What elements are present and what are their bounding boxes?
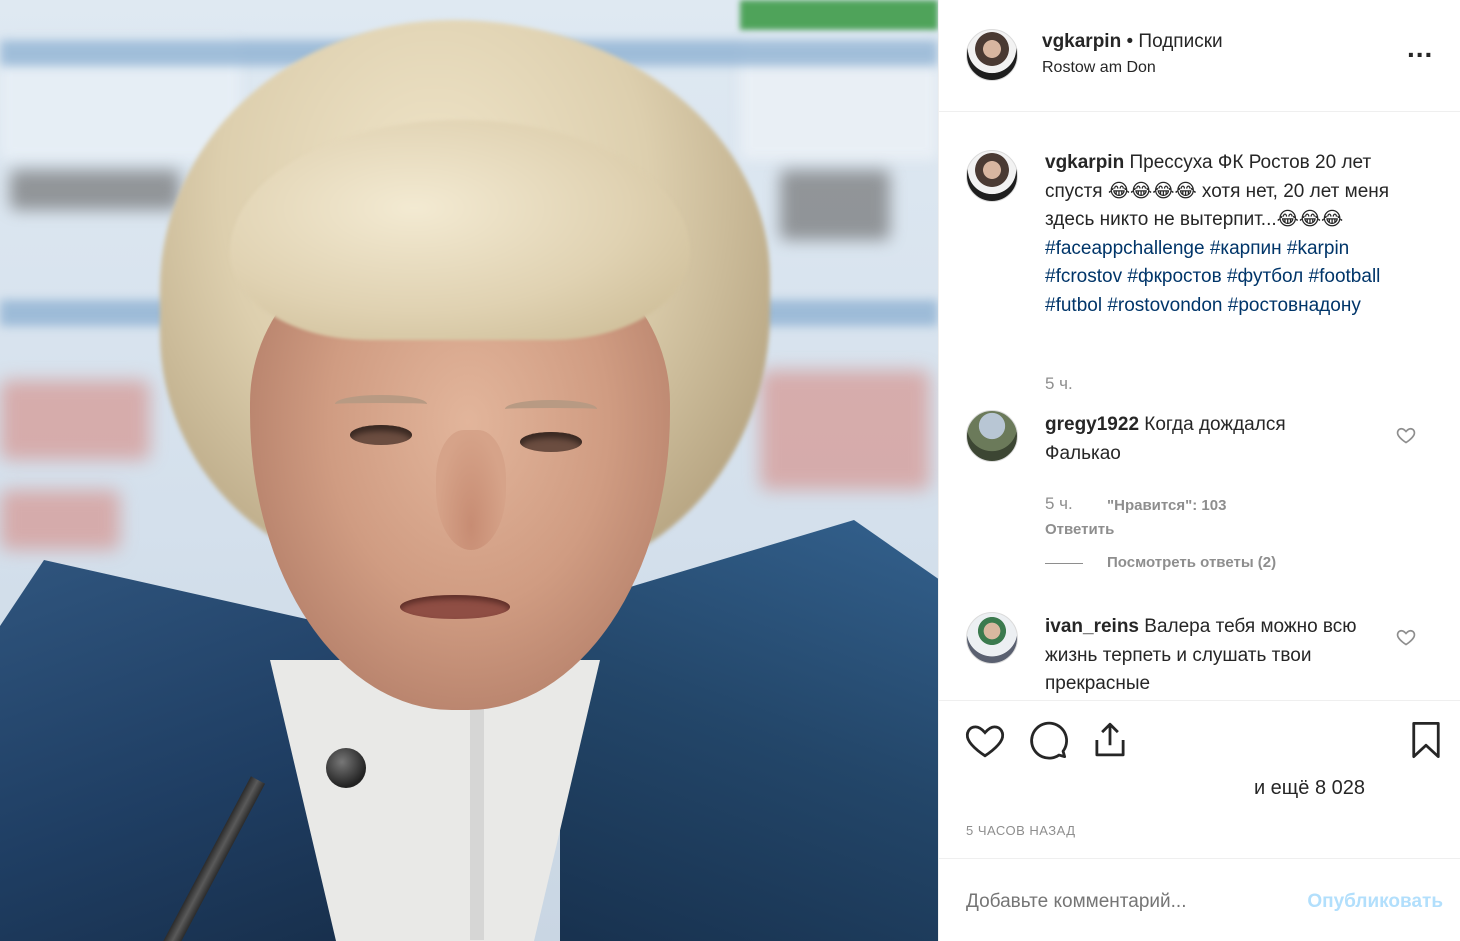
post-header: vgkarpin • Подписки Rostow am Don ... <box>939 0 1460 112</box>
commenter-avatar[interactable] <box>966 612 1018 664</box>
commenter-username[interactable]: gregy1922 <box>1045 414 1139 435</box>
caption-avatar[interactable] <box>966 150 1018 202</box>
mouth <box>400 595 510 619</box>
comment-like-heart-icon[interactable] <box>1396 627 1416 647</box>
bg-banner-green <box>740 0 938 30</box>
view-replies-button[interactable]: Посмотреть ответы (2) <box>1107 554 1276 571</box>
post-timestamp[interactable]: 5 ЧАСОВ НАЗАД <box>966 823 1076 838</box>
hashtag-link[interactable]: #faceappchallenge <box>1045 238 1205 259</box>
eyebrow-left <box>335 395 427 413</box>
commenter-avatar[interactable] <box>966 410 1018 462</box>
hashtag-link[interactable]: #karpin <box>1287 238 1349 259</box>
hashtag-link[interactable]: #fcrostov <box>1045 266 1122 287</box>
share-icon[interactable] <box>1089 719 1131 761</box>
header-title: vgkarpin • Подписки <box>1042 31 1223 53</box>
microphone-head <box>326 748 366 788</box>
bg-logo-red <box>0 380 150 460</box>
eye-left <box>350 425 412 445</box>
commenter-username[interactable]: ivan_reins <box>1045 616 1139 637</box>
bg-logo-red <box>760 370 930 490</box>
caption-text: vgkarpin Прессуха ФК Ростов 20 лет спуст… <box>1045 149 1425 320</box>
replies-divider <box>1045 563 1083 564</box>
add-comment-bar: Опубликовать <box>939 858 1460 941</box>
location-link[interactable]: Rostow am Don <box>1042 59 1156 77</box>
comment-like-heart-icon[interactable] <box>1396 425 1416 445</box>
hashtag-link[interactable]: #ростовнадону <box>1228 295 1361 316</box>
more-options-icon[interactable]: ... <box>1407 34 1433 62</box>
post-side-panel: vgkarpin • Подписки Rostow am Don ... vg… <box>938 0 1460 941</box>
heart-icon[interactable] <box>964 719 1006 761</box>
hashtag-link[interactable]: #карпин <box>1210 238 1282 259</box>
post-actions: и ещё 8 028 5 ЧАСОВ НАЗАД <box>939 700 1460 858</box>
publish-button[interactable]: Опубликовать <box>1307 891 1443 913</box>
hashtag-link[interactable]: #футбол <box>1227 266 1303 287</box>
jacket-zip <box>470 700 484 940</box>
comment-likes-count[interactable]: "Нравится": 103 <box>1107 497 1226 514</box>
hashtag-link[interactable]: #фкростов <box>1127 266 1221 287</box>
hashtag-link[interactable]: #rostovondon <box>1107 295 1222 316</box>
hashtag-link[interactable]: #futbol <box>1045 295 1102 316</box>
nose <box>436 430 506 550</box>
comment-time[interactable]: 5 ч. <box>1045 494 1073 514</box>
caption-time[interactable]: 5 ч. <box>1045 374 1073 394</box>
comments-list[interactable]: vgkarpin Прессуха ФК Ростов 20 лет спуст… <box>939 112 1460 700</box>
bg-logo <box>10 170 180 210</box>
bg-logo <box>780 170 890 240</box>
eye-right <box>520 432 582 452</box>
add-comment-input[interactable] <box>966 891 1266 913</box>
post-photo[interactable] <box>0 0 938 941</box>
eyebrow-right <box>505 400 597 418</box>
caption-username[interactable]: vgkarpin <box>1045 152 1124 173</box>
comment-text: gregy1922 Когда дождался Фалькао <box>1045 411 1365 468</box>
comment-icon[interactable] <box>1027 719 1069 761</box>
likes-count[interactable]: и ещё 8 028 <box>1254 777 1365 800</box>
author-username[interactable]: vgkarpin <box>1042 31 1121 52</box>
reply-button[interactable]: Ответить <box>1045 521 1114 538</box>
follow-status[interactable]: • Подписки <box>1121 31 1222 52</box>
author-avatar[interactable] <box>966 29 1018 81</box>
bookmark-icon[interactable] <box>1405 719 1447 761</box>
bg-logo-red <box>0 490 120 550</box>
hashtag-link[interactable]: #football <box>1309 266 1381 287</box>
comment-text: ivan_reins Валера тебя можно всю жизнь т… <box>1045 613 1365 699</box>
